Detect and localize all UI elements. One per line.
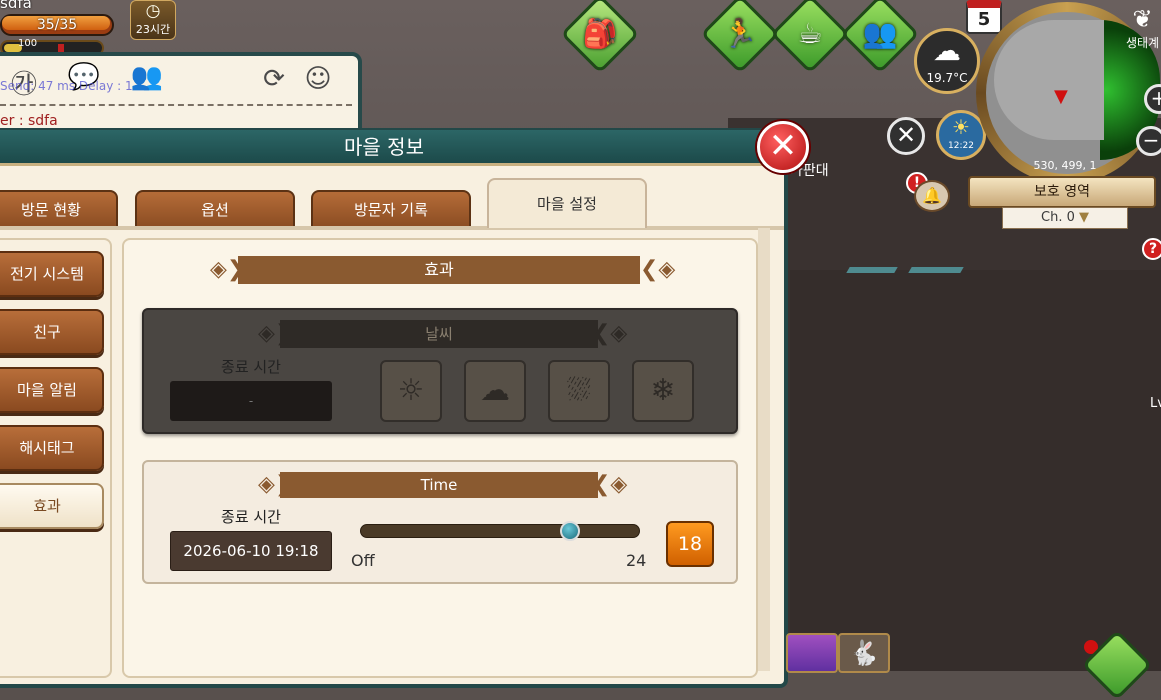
cooking-button[interactable]: ☕: [770, 0, 850, 74]
temperature-text: 19.7°C: [926, 71, 968, 85]
tab-village-settings[interactable]: 마을 설정: [487, 178, 647, 228]
bag-icon: 🎒: [582, 17, 618, 50]
rabbit-icon[interactable]: 🐇: [838, 633, 890, 673]
zoom-out-icon[interactable]: −: [1136, 126, 1161, 156]
window-title: 마을 정보: [0, 130, 784, 166]
weather-rain-button[interactable]: ⛆: [548, 360, 610, 422]
floor-tile: [908, 267, 964, 273]
weather-widget[interactable]: ☁ 19.7°C: [914, 28, 980, 94]
level-label: Lv: [1150, 396, 1161, 411]
emoji-icon[interactable]: ☺: [300, 64, 336, 94]
social-button[interactable]: 👥: [840, 0, 920, 74]
weather-end-time-field: -: [170, 381, 332, 421]
tab-options[interactable]: 옵션: [135, 190, 295, 228]
leaf-icon: ❦: [1132, 5, 1153, 33]
refresh-icon[interactable]: ⟳: [256, 64, 292, 94]
channel-selector[interactable]: Ch. 0 ▼: [1002, 207, 1128, 229]
people-icon: 👥: [862, 17, 898, 50]
bowl-icon: ☕: [797, 17, 823, 50]
time-title: Time: [280, 472, 598, 498]
buff-timer-badge[interactable]: ◷ 23시간: [130, 0, 176, 40]
clock-text: 12:22: [948, 141, 974, 151]
scrollbar[interactable]: [758, 228, 770, 671]
ornament-right-icon: ❮◈: [592, 472, 628, 497]
item-card[interactable]: [786, 633, 838, 673]
sidebar-item-hashtags[interactable]: 해시태그: [0, 425, 104, 471]
coordinates-text: 530, 499, 1: [1033, 159, 1097, 172]
slider-max-label: 24: [626, 551, 647, 570]
time-end-time-field: 2026-06-10 19:18: [170, 531, 332, 571]
sidebar-item-electric[interactable]: 전기 시스템: [0, 251, 104, 297]
tab-visit-status[interactable]: 방문 현황: [0, 190, 118, 228]
sidebar-item-friends[interactable]: 친구: [0, 309, 104, 355]
ornament-right-icon: ❮◈: [592, 321, 628, 346]
minimap-building: [994, 20, 1104, 140]
section-title: 효과: [238, 256, 640, 284]
time-slider-handle[interactable]: [560, 521, 580, 541]
cloud-icon: ☁: [480, 373, 510, 408]
floor-tile: [846, 267, 898, 273]
weather-title: 날씨: [280, 320, 598, 348]
ecosystem-button[interactable]: ❦ 생태계: [1124, 4, 1161, 51]
player-name: sdfa: [0, 0, 32, 12]
chevron-down-icon: ▼: [1079, 210, 1089, 225]
chat-ping-text: Send: 47 ms Delay : 1: [0, 79, 133, 93]
snow-icon: ❄: [650, 373, 676, 408]
clock-icon: ◷: [145, 1, 161, 21]
sun-icon: ☀: [952, 115, 970, 139]
cloud-icon: ☁: [933, 34, 961, 67]
sun-icon: ☼: [397, 373, 425, 408]
hp-text: 35/35: [36, 17, 78, 33]
close-window-button[interactable]: ✕: [757, 121, 809, 173]
close-hud-button[interactable]: ✕: [887, 117, 925, 155]
effects-panel: [122, 238, 758, 678]
time-value-button[interactable]: 18: [666, 521, 714, 567]
zone-banner: 보호 영역: [968, 176, 1156, 208]
exit-icon: 🏃: [722, 17, 758, 50]
close-icon: ✕: [768, 126, 798, 166]
slider-min-label: Off: [351, 551, 375, 570]
ground-shadow: [790, 270, 1161, 671]
rain-icon: ⛆: [567, 373, 591, 408]
channel-text: Ch. 0: [1041, 210, 1075, 225]
exit-button[interactable]: 🏃: [700, 0, 780, 74]
calendar-day: 5: [977, 9, 991, 30]
weather-cloud-button[interactable]: ☁: [464, 360, 526, 422]
sidebar-item-notifications[interactable]: 마을 알림: [0, 367, 104, 413]
tab-visitor-log[interactable]: 방문자 기록: [311, 190, 471, 228]
tab-divider: [0, 226, 784, 230]
sidebar-item-effects[interactable]: 효과: [0, 483, 104, 529]
chat-divider: [0, 104, 352, 106]
help-icon[interactable]: ?: [1142, 238, 1161, 260]
weather-sun-button[interactable]: ☼: [380, 360, 442, 422]
time-end-time-label: 종료 시간: [221, 508, 281, 526]
inventory-button[interactable]: 🎒: [560, 0, 640, 74]
weather-end-time-label: 종료 시간: [221, 358, 281, 376]
calendar-icon[interactable]: 5: [966, 0, 1002, 34]
notification-bell-icon[interactable]: 🔔: [914, 180, 950, 212]
ecosystem-label: 생태계: [1125, 36, 1160, 50]
buff-timer-text: 23시간: [135, 23, 171, 36]
player-marker-icon: ▼: [1054, 86, 1068, 107]
weather-snow-button[interactable]: ❄: [632, 360, 694, 422]
xp-text: 100: [18, 38, 38, 49]
chat-message: er : sdfa: [0, 113, 58, 129]
ornament-right-icon: ❮◈: [640, 257, 676, 282]
time-slider-track[interactable]: [360, 524, 640, 538]
